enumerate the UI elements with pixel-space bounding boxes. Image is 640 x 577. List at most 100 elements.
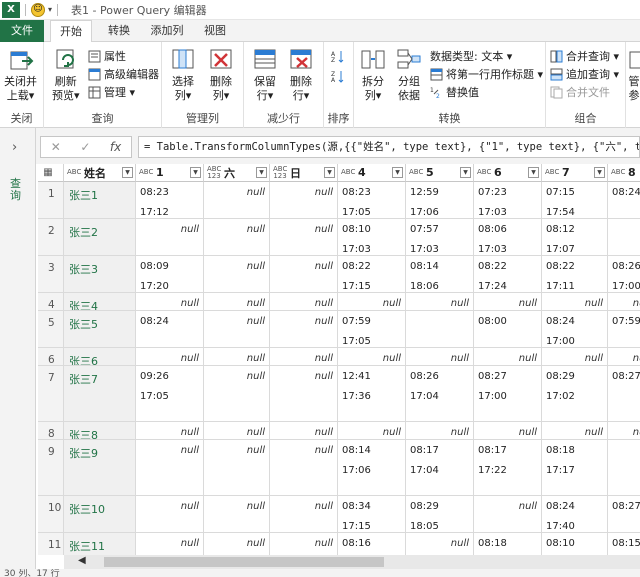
- time-cell[interactable]: 08:1517:21: [608, 533, 640, 555]
- row-number[interactable]: 4: [38, 293, 64, 311]
- row-number[interactable]: 1: [38, 182, 64, 219]
- null-cell[interactable]: null: [204, 311, 270, 348]
- time-cell[interactable]: 08:12 17:07: [542, 219, 608, 256]
- null-cell[interactable]: null: [270, 293, 338, 311]
- time-cell[interactable]: 09:26 17:05: [136, 366, 204, 422]
- refresh-preview-button[interactable]: 刷新 预览▾: [52, 46, 80, 103]
- null-cell[interactable]: null: [136, 422, 204, 440]
- cancel-formula-icon[interactable]: ✕: [51, 140, 61, 154]
- scroll-thumb[interactable]: [104, 557, 384, 567]
- null-cell[interactable]: null: [204, 366, 270, 422]
- null-cell[interactable]: null: [204, 182, 270, 219]
- column-type-icon[interactable]: ABC: [477, 169, 491, 176]
- row-number[interactable]: 5: [38, 311, 64, 348]
- name-cell[interactable]: 张三2: [64, 219, 136, 256]
- row-number[interactable]: 8: [38, 422, 64, 440]
- null-cell[interactable]: null: [474, 293, 542, 311]
- null-cell[interactable]: null: [406, 422, 474, 440]
- properties-button[interactable]: 属性: [88, 48, 126, 64]
- time-cell[interactable]: [608, 219, 640, 256]
- null-cell[interactable]: null: [136, 348, 204, 366]
- time-cell[interactable]: 08:00: [474, 311, 542, 348]
- null-cell[interactable]: null: [542, 348, 608, 366]
- column-filter-dropdown-icon[interactable]: ▼: [460, 167, 471, 178]
- null-cell[interactable]: null: [474, 422, 542, 440]
- time-cell[interactable]: 08:23 17:12: [136, 182, 204, 219]
- time-cell[interactable]: 08:24: [608, 182, 640, 219]
- use-first-row-headers-button[interactable]: 将第一行用作标题 ▾: [430, 66, 543, 82]
- null-cell[interactable]: null: [204, 496, 270, 533]
- horizontal-scrollbar[interactable]: ◀: [64, 555, 640, 569]
- column-header[interactable]: ABC 5 ▼: [406, 164, 474, 182]
- remove-rows-button[interactable]: 删除 行▾: [288, 46, 314, 103]
- table-corner-menu[interactable]: ▦: [38, 164, 64, 182]
- time-cell[interactable]: 07:59: [608, 311, 640, 348]
- remove-columns-button[interactable]: 删除 列▾: [208, 46, 234, 103]
- null-cell[interactable]: null: [204, 422, 270, 440]
- column-filter-dropdown-icon[interactable]: ▼: [594, 167, 605, 178]
- time-cell[interactable]: 08:10 17:03: [338, 219, 406, 256]
- null-cell[interactable]: null: [608, 422, 640, 440]
- time-cell[interactable]: 08:27: [608, 366, 640, 422]
- null-cell[interactable]: null: [204, 348, 270, 366]
- time-cell[interactable]: 08:26 17:00: [608, 256, 640, 293]
- expand-queries-chevron-icon[interactable]: ›: [12, 140, 17, 155]
- time-cell[interactable]: 08:14 17:06: [338, 440, 406, 496]
- time-cell[interactable]: [608, 440, 640, 496]
- time-cell[interactable]: 08:24: [136, 311, 204, 348]
- time-cell[interactable]: 08:1017:28: [542, 533, 608, 555]
- manage-button[interactable]: 管理 ▾: [88, 84, 135, 100]
- column-type-icon[interactable]: ABC: [67, 169, 81, 176]
- null-cell[interactable]: null: [406, 533, 474, 555]
- quick-access-dropdown-icon[interactable]: ▾: [48, 5, 52, 14]
- time-cell[interactable]: 07:23 17:03: [474, 182, 542, 219]
- name-cell[interactable]: 张三11: [64, 533, 136, 555]
- null-cell[interactable]: null: [270, 311, 338, 348]
- column-header[interactable]: ABC 7 ▼: [542, 164, 608, 182]
- null-cell[interactable]: null: [136, 440, 204, 496]
- null-cell[interactable]: null: [136, 533, 204, 555]
- time-cell[interactable]: 07:59 17:05: [338, 311, 406, 348]
- column-type-icon[interactable]: ABC: [545, 169, 559, 176]
- column-filter-dropdown-icon[interactable]: ▼: [528, 167, 539, 178]
- advanced-editor-button[interactable]: 高级编辑器: [88, 66, 159, 82]
- tab-add-column[interactable]: 添加列: [144, 20, 190, 42]
- null-cell[interactable]: null: [270, 366, 338, 422]
- name-cell[interactable]: 张三4: [64, 293, 136, 311]
- name-cell[interactable]: 张三10: [64, 496, 136, 533]
- column-header[interactable]: ABC 姓名 ▼: [64, 164, 136, 182]
- merge-queries-button[interactable]: 合并查询 ▾: [550, 48, 619, 64]
- time-cell[interactable]: 08:14 18:06: [406, 256, 474, 293]
- queries-pane-label[interactable]: 查询: [10, 178, 24, 202]
- sort-ascending-button[interactable]: AZ: [331, 48, 347, 64]
- null-cell[interactable]: null: [474, 348, 542, 366]
- time-cell[interactable]: 08:22 17:15: [338, 256, 406, 293]
- time-cell[interactable]: 08:24 17:40: [542, 496, 608, 533]
- null-cell[interactable]: null: [270, 348, 338, 366]
- replace-values-button[interactable]: 12 替换值: [430, 84, 479, 100]
- column-type-icon[interactable]: ABC: [341, 169, 355, 176]
- null-cell[interactable]: null: [204, 293, 270, 311]
- time-cell[interactable]: 08:17 17:22: [474, 440, 542, 496]
- null-cell[interactable]: null: [406, 293, 474, 311]
- column-filter-dropdown-icon[interactable]: ▼: [324, 167, 335, 178]
- null-cell[interactable]: null: [270, 182, 338, 219]
- name-cell[interactable]: 张三9: [64, 440, 136, 496]
- null-cell[interactable]: null: [270, 256, 338, 293]
- scroll-left-icon[interactable]: ◀: [78, 555, 86, 566]
- time-cell[interactable]: 08:22 17:11: [542, 256, 608, 293]
- time-cell[interactable]: 08:1617:11: [338, 533, 406, 555]
- column-type-icon[interactable]: ABC: [139, 169, 153, 176]
- time-cell[interactable]: 08:06 17:03: [474, 219, 542, 256]
- column-type-icon[interactable]: ABC: [611, 169, 625, 176]
- row-number[interactable]: 9: [38, 440, 64, 496]
- append-queries-button[interactable]: 追加查询 ▾: [550, 66, 619, 82]
- choose-columns-button[interactable]: 选择 列▾: [170, 46, 196, 103]
- time-cell[interactable]: 12:41 17:36: [338, 366, 406, 422]
- null-cell[interactable]: null: [338, 293, 406, 311]
- time-cell[interactable]: 08:27 17:00: [474, 366, 542, 422]
- null-cell[interactable]: null: [270, 219, 338, 256]
- time-cell[interactable]: 08:24 17:00: [542, 311, 608, 348]
- keep-rows-button[interactable]: 保留 行▾: [252, 46, 278, 103]
- null-cell[interactable]: null: [204, 440, 270, 496]
